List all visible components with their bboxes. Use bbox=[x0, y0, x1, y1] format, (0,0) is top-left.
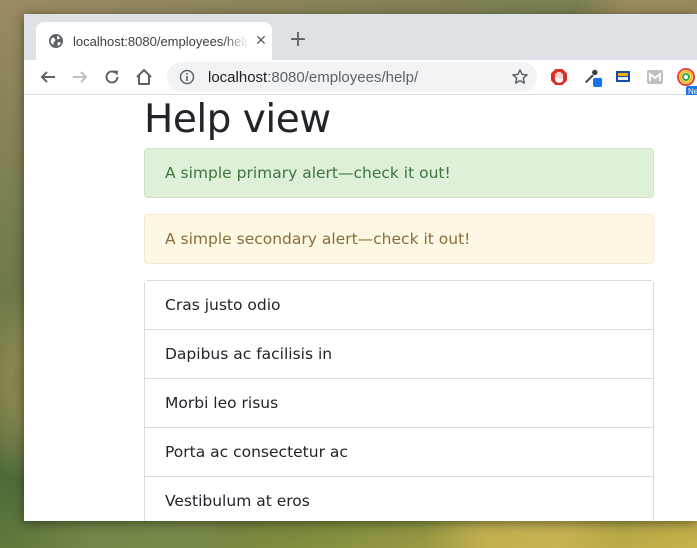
page-title: Help view bbox=[144, 97, 331, 142]
url-host: localhost bbox=[208, 68, 268, 86]
plus-icon[interactable]: + bbox=[286, 28, 310, 52]
page-content: Help view A simple primary alert—check i… bbox=[24, 95, 697, 521]
list-item: Vestibulum at eros bbox=[145, 477, 653, 521]
primary-alert: A simple primary alert—check it out! bbox=[144, 148, 654, 198]
close-icon[interactable]: ✕ bbox=[253, 33, 269, 49]
list-item: Dapibus ac facilisis in bbox=[145, 330, 653, 379]
info-icon[interactable] bbox=[178, 68, 196, 86]
secondary-alert: A simple secondary alert—check it out! bbox=[144, 214, 654, 264]
rainbow-extension-icon[interactable]: New bbox=[676, 67, 697, 97]
browser-toolbar: localhost:8080/employees/help/ Ne bbox=[24, 60, 697, 97]
globe-icon bbox=[48, 33, 64, 49]
forward-arrow-icon[interactable] bbox=[67, 64, 93, 90]
page-container: Help view A simple primary alert—check i… bbox=[144, 95, 654, 521]
tab-title: localhost:8080/employees/help/ bbox=[73, 33, 249, 49]
list-item: Porta ac consectetur ac bbox=[145, 428, 653, 477]
m-extension-icon[interactable] bbox=[645, 67, 665, 87]
back-arrow-icon[interactable] bbox=[35, 64, 61, 90]
eyedropper-extension-icon[interactable] bbox=[583, 67, 603, 87]
url-path: :8080/employees/help/ bbox=[267, 68, 419, 86]
screen-extension-icon[interactable] bbox=[613, 67, 633, 87]
list-item: Morbi leo risus bbox=[145, 379, 653, 428]
browser-window: localhost:8080/employees/help/ ✕ + local… bbox=[24, 14, 697, 521]
list-group: Cras justo odio Dapibus ac facilisis in … bbox=[144, 280, 654, 521]
secondary-alert-text: A simple secondary alert—check it out! bbox=[165, 230, 471, 248]
primary-alert-text: A simple primary alert—check it out! bbox=[165, 164, 451, 182]
url-text: localhost:8080/employees/help/ bbox=[208, 69, 418, 86]
browser-tab[interactable]: localhost:8080/employees/help/ ✕ bbox=[36, 22, 272, 60]
reload-icon[interactable] bbox=[99, 64, 125, 90]
home-icon[interactable] bbox=[131, 64, 157, 90]
address-bar[interactable]: localhost:8080/employees/help/ bbox=[167, 62, 537, 92]
star-icon[interactable] bbox=[511, 68, 529, 86]
tab-strip: localhost:8080/employees/help/ ✕ + bbox=[24, 14, 697, 60]
list-item: Cras justo odio bbox=[145, 281, 653, 330]
stop-hand-extension-icon[interactable] bbox=[549, 67, 569, 87]
